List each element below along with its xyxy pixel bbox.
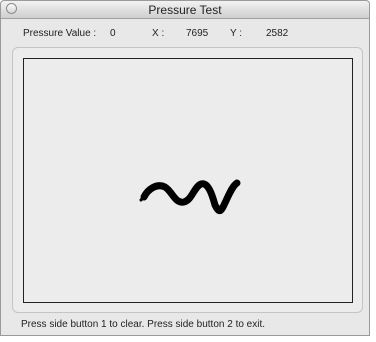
x-value: 7695 <box>186 28 209 39</box>
drawing-surface <box>139 179 241 215</box>
title-bar[interactable]: Pressure Test <box>1 1 369 19</box>
window-title: Pressure Test <box>148 3 222 17</box>
pen-stroke <box>140 179 241 215</box>
drawing-canvas[interactable] <box>23 58 353 303</box>
pressure-value: 0 <box>110 28 116 39</box>
y-value: 2582 <box>266 28 289 39</box>
y-label: Y : <box>230 28 243 39</box>
instruction-text: Press side button 1 to clear. Press side… <box>21 319 266 330</box>
x-label: X : <box>152 28 165 39</box>
pressure-label: Pressure Value : <box>23 28 97 39</box>
